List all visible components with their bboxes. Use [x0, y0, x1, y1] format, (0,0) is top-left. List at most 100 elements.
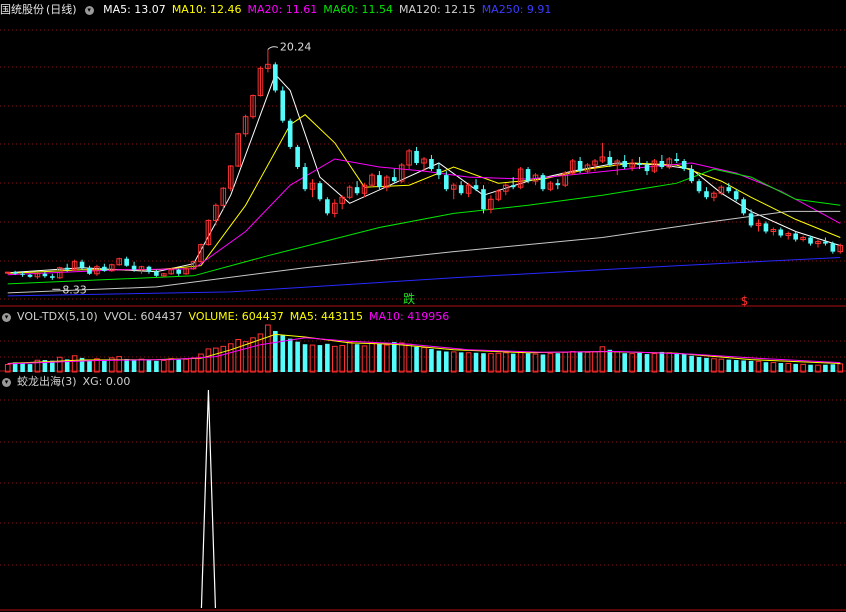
volume-bar [436, 350, 442, 372]
volume-bar [213, 347, 219, 373]
volume-bar [607, 349, 613, 372]
volume-bar [473, 352, 479, 372]
candle-body [778, 229, 784, 236]
volume-bar [87, 360, 92, 372]
volume-bar [726, 359, 732, 372]
volume-bar [540, 354, 546, 372]
volume-bar [20, 363, 25, 372]
candle-body [146, 266, 152, 272]
candle-body [124, 258, 129, 266]
volume-bar [577, 351, 583, 372]
ma-line-ma120 [7, 210, 841, 294]
volume-bar [154, 360, 159, 372]
volume-bar [384, 344, 390, 373]
ma-line-ma5 [7, 73, 841, 274]
candle-body [20, 273, 25, 275]
candle-body [317, 183, 323, 200]
volume-bar [331, 345, 338, 373]
candle-body [287, 120, 293, 147]
candle-body [354, 187, 360, 194]
candle-body [481, 189, 486, 210]
volume-bar [488, 353, 494, 373]
volume-bar [309, 344, 316, 373]
candle-body [27, 274, 33, 277]
volume-bar [651, 353, 658, 373]
candle-body [102, 266, 107, 271]
volume-bar [659, 351, 665, 372]
candle-body [674, 158, 680, 161]
indicator-line [200, 389, 217, 609]
volume-bar [458, 352, 464, 372]
volume-bar [741, 360, 746, 372]
candle-body [525, 169, 531, 182]
xg-signal-spike [200, 389, 217, 609]
chart-grid [0, 29, 846, 611]
volume-bar [146, 359, 152, 372]
candle-body [622, 161, 628, 168]
volume-bar [361, 345, 368, 373]
volume-bar [614, 351, 621, 373]
candle-body [131, 265, 137, 270]
volume-bar [584, 351, 591, 373]
volume-bar [517, 351, 524, 373]
dollar-signal-label: $ [741, 294, 749, 308]
volume-bar [465, 352, 472, 373]
volume-bar [778, 363, 784, 372]
high-marker [267, 46, 279, 50]
candle-body [377, 175, 382, 188]
volume-bar [748, 360, 754, 372]
volume-bar [161, 359, 167, 373]
volume-bar [755, 360, 762, 373]
volume-bar [674, 353, 680, 372]
volume-bar [287, 338, 293, 372]
candle-body [273, 64, 278, 91]
volume-bar [227, 343, 234, 373]
volume-bar [183, 358, 189, 373]
volume-bar [205, 348, 212, 373]
volume-bar [406, 343, 412, 373]
volume-bar [808, 364, 813, 372]
volume-bar [317, 345, 323, 372]
candle-body [741, 199, 746, 214]
stock-chart[interactable]: 20.24 8.33 跌 $ [0, 0, 846, 612]
volume-bar [138, 358, 145, 373]
volume-bar [718, 358, 725, 373]
volume-bar [637, 352, 642, 372]
candle-body [154, 271, 159, 276]
volume-bar [704, 357, 709, 372]
volume-bar [369, 342, 375, 373]
candle-body [681, 161, 687, 170]
volume-bar [793, 363, 798, 372]
candle-body [436, 169, 442, 176]
volume-bar [190, 357, 197, 373]
candle-body [726, 187, 732, 192]
candle-body [325, 199, 330, 214]
volume-bar [510, 353, 516, 372]
candle-body [577, 161, 583, 172]
volume-bar [763, 362, 769, 372]
volume-bar [569, 350, 576, 373]
candle-body [510, 185, 516, 188]
volume-bar [599, 346, 606, 373]
volume-bar [414, 346, 419, 372]
volume-bar [823, 364, 828, 372]
candle-body [64, 267, 70, 270]
volume-bar [450, 351, 457, 373]
fall-signal-label: 跌 [403, 291, 415, 306]
volume-bar [830, 364, 836, 372]
volume-bar [220, 345, 227, 373]
volume-bar [116, 356, 123, 373]
volume-bar [242, 341, 249, 373]
candle-body [696, 181, 702, 192]
volume-bar [131, 359, 137, 372]
candle-body [823, 241, 828, 244]
candle-body [733, 191, 739, 200]
volume-bar [681, 354, 687, 372]
candle-body [391, 177, 397, 182]
volume-bar [235, 339, 241, 373]
candle-body [704, 191, 709, 198]
candle-body [689, 169, 694, 182]
volume-bar [502, 352, 509, 373]
volume-bar [168, 358, 175, 373]
ma-line-ma250 [7, 257, 841, 297]
